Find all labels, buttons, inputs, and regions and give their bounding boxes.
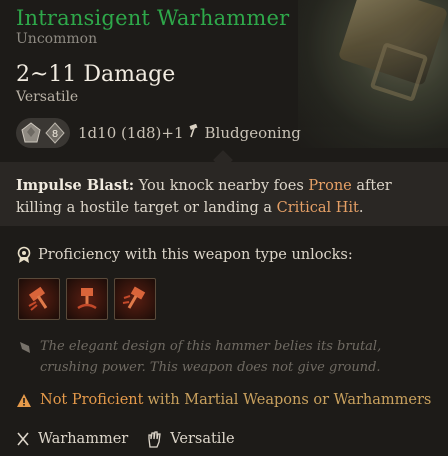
prone-keyword[interactable]: Prone — [308, 178, 351, 194]
dice-pill: 8 — [16, 118, 70, 148]
cleave-icon[interactable] — [18, 278, 60, 320]
item-tooltip: Intransigent Warhammer Uncommon 2~11 Dam… — [0, 0, 448, 456]
die-value: 8 — [52, 129, 58, 140]
lore-row: The elegant design of this hammer belies… — [18, 336, 410, 378]
damage-type: Bludgeoning — [204, 124, 301, 142]
open-hand-icon — [148, 431, 161, 448]
quill-icon — [20, 342, 30, 353]
d10-die-icon — [20, 122, 42, 144]
versatile-tag[interactable]: Versatile — [146, 430, 235, 448]
ability-description: Impulse Blast: You knock nearby foes Pro… — [16, 175, 436, 219]
proficiency-requirement: with Martial Weapons or Warhammers — [147, 392, 432, 408]
proficiency-warning: Not Proficient with Martial Weapons or W… — [16, 392, 431, 408]
lore-text: The elegant design of this hammer belies… — [40, 339, 382, 375]
item-name: Intransigent Warhammer — [16, 6, 290, 30]
unlock-actions — [18, 278, 162, 320]
rush-attack-icon[interactable] — [114, 278, 156, 320]
ability-text: . — [358, 200, 364, 216]
warning-icon — [17, 393, 31, 407]
bludgeon-icon — [189, 123, 201, 142]
weapon-property: Versatile — [16, 89, 79, 105]
item-rarity: Uncommon — [16, 31, 98, 47]
proficiency-icon — [17, 246, 31, 263]
damage-dice-row: 8 1d10 (1d8)+1 Bludgeoning — [16, 118, 301, 148]
damage-formula: 1d10 (1d8)+1 Bludgeoning — [78, 123, 301, 142]
damage-range: 2~11 Damage — [16, 62, 176, 87]
proficiency-row: Proficiency with this weapon type unlock… — [16, 246, 353, 264]
dice-formula: 1d10 (1d8)+1 — [78, 124, 184, 142]
critical-hit-keyword[interactable]: Critical Hit — [277, 200, 359, 216]
versatile-label: Versatile — [170, 431, 235, 447]
ability-text: You knock nearby foes — [134, 178, 309, 194]
weapon-type-label: Warhammer — [38, 431, 129, 447]
not-proficient-label: Not Proficient — [40, 392, 144, 408]
crossed-weapons-icon — [17, 432, 29, 446]
proficiency-label: Proficiency with this weapon type unlock… — [38, 247, 353, 263]
concussive-smash-icon[interactable] — [66, 278, 108, 320]
tooltip-header: Intransigent Warhammer Uncommon — [16, 6, 289, 47]
ability-name: Impulse Blast: — [16, 177, 135, 194]
weapon-tags: Warhammer Versatile — [16, 430, 253, 448]
d8-die-icon: 8 — [44, 122, 66, 144]
item-art — [298, 0, 448, 148]
weapon-type-tag[interactable]: Warhammer — [16, 431, 128, 447]
